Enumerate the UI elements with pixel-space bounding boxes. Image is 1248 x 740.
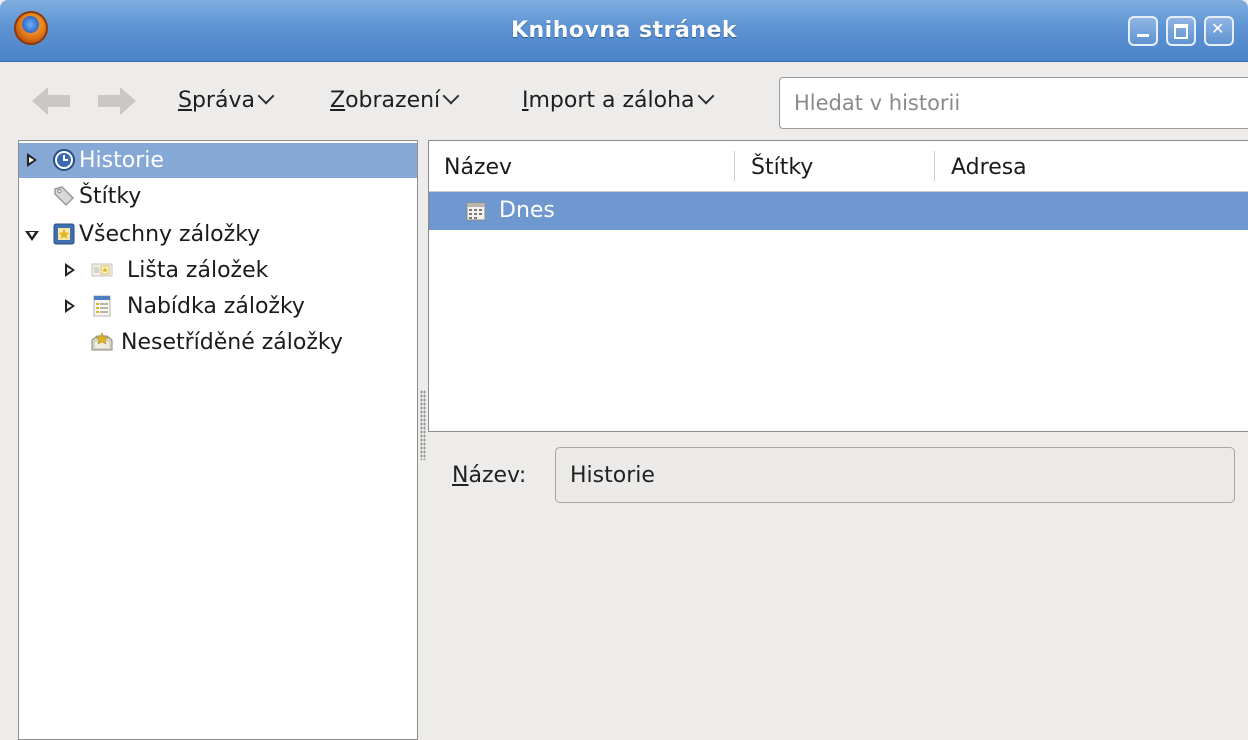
unsorted-folder-icon — [91, 332, 113, 351]
title-bar[interactable]: Knihovna stránek — [0, 0, 1248, 62]
details-name-field[interactable] — [555, 447, 1235, 503]
toolbar: Správa Zobrazení Import a záloha — [0, 62, 1248, 140]
tree-item-historie[interactable]: Historie — [19, 143, 417, 178]
label-mnemonic: N — [452, 463, 469, 488]
menu-zobrazeni[interactable]: Zobrazení — [330, 87, 460, 113]
forward-button[interactable] — [96, 84, 138, 118]
column-header-adresa[interactable]: Adresa — [951, 141, 1027, 191]
collapse-triangle-icon[interactable] — [25, 217, 39, 252]
forward-arrow-icon — [98, 87, 136, 115]
close-button[interactable] — [1204, 16, 1234, 46]
pane-splitter[interactable] — [420, 390, 426, 460]
menu-sprava[interactable]: Správa — [178, 87, 275, 113]
menu-label: mport a záloha — [528, 88, 695, 113]
tree-item-label: Štítky — [79, 184, 142, 209]
column-separator[interactable] — [934, 151, 935, 181]
menu-folder-icon — [93, 295, 111, 317]
minimize-button[interactable] — [1128, 16, 1158, 46]
label-text: ázev: — [468, 463, 527, 488]
tree-item-label: Všechny záložky — [79, 222, 261, 247]
calendar-icon — [466, 202, 486, 221]
search-input[interactable] — [780, 78, 1248, 128]
clock-icon — [53, 149, 75, 171]
column-header-stitky[interactable]: Štítky — [751, 141, 813, 191]
menu-import-a-zaloha[interactable]: Import a záloha — [522, 87, 715, 113]
search-box[interactable] — [779, 77, 1248, 129]
back-arrow-icon — [32, 87, 70, 115]
expand-triangle-icon[interactable] — [63, 253, 77, 288]
tree-item-label: Historie — [79, 148, 164, 173]
tag-icon — [54, 186, 75, 207]
chevron-down-icon — [442, 87, 460, 105]
bookmarks-folder-icon — [53, 223, 75, 245]
expand-triangle-icon[interactable] — [25, 143, 39, 178]
expand-triangle-icon[interactable] — [63, 289, 77, 324]
name-input[interactable] — [556, 448, 1234, 502]
maximize-button[interactable] — [1166, 16, 1196, 46]
window-title: Knihovna stránek — [510, 18, 738, 43]
chevron-down-icon — [697, 87, 715, 105]
places-tree[interactable]: Historie Štítky Všechny záložky Lišta zá… — [18, 140, 418, 740]
row-name: Dnes — [499, 198, 555, 223]
column-header-nazev[interactable]: Název — [444, 141, 512, 191]
menu-label: obrazení — [345, 88, 441, 113]
table-row[interactable]: Dnes — [429, 192, 1248, 230]
menu-label: práva — [191, 88, 255, 113]
tree-item-label: Nabídka záložky — [127, 294, 305, 319]
tree-item-label: Nesetříděné záložky — [121, 330, 343, 355]
menu-mnemonic: Z — [330, 88, 346, 113]
tree-item-label: Lišta záložek — [127, 258, 269, 283]
toolbar-folder-icon — [91, 263, 113, 277]
column-header-row: Název Štítky Adresa — [429, 141, 1248, 192]
content-tree[interactable]: Název Štítky Adresa Dnes — [428, 140, 1248, 432]
column-separator[interactable] — [734, 151, 735, 181]
details-name-label: Název: — [452, 463, 526, 489]
back-button[interactable] — [30, 84, 72, 118]
menu-mnemonic: S — [178, 88, 192, 113]
chevron-down-icon — [257, 87, 275, 105]
